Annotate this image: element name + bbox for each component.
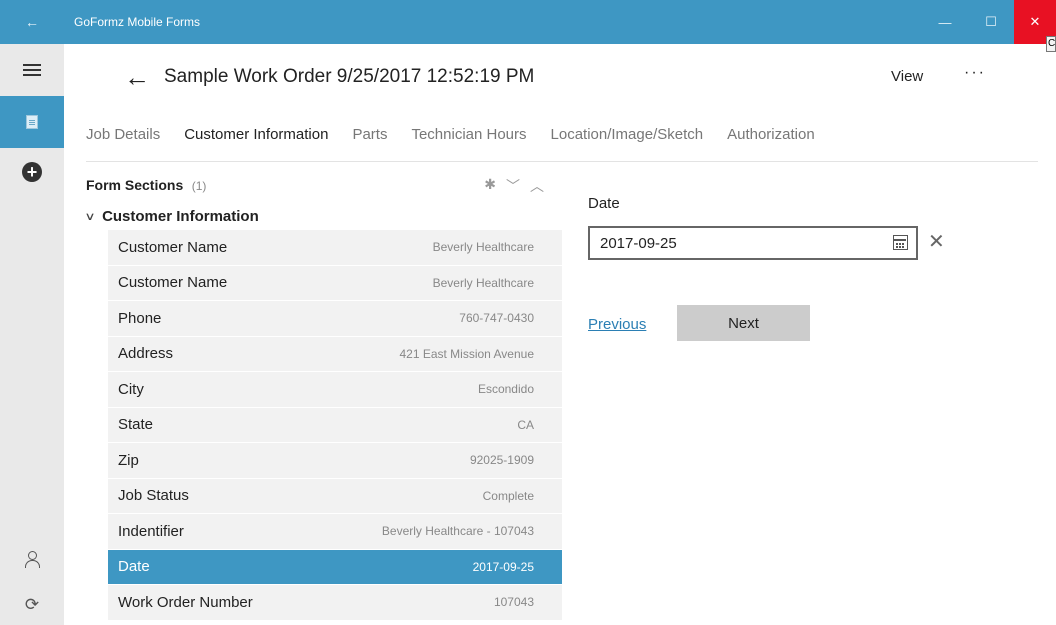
menu-button[interactable] [0,44,64,96]
field-row[interactable]: Work Order Number 107043 [108,585,562,621]
chevron-up-icon[interactable]: ︿ [530,176,544,196]
close-icon: ✕ [1029,14,1041,29]
field-row[interactable]: Address 421 East Mission Avenue [108,336,562,372]
calendar-icon[interactable] [893,235,908,250]
chevron-down-icon[interactable]: ﹀ [506,176,520,196]
title-bar: ← GoFormz Mobile Forms — ☐ ✕ [0,0,1056,44]
form-sections-panel: Form Sections (1) ✱ ﹀ ︿ ∨ Customer Infor… [84,163,562,625]
field-value: 421 East Mission Avenue [399,346,534,361]
field-row[interactable]: Customer Name Beverly Healthcare [108,230,562,266]
account-button[interactable] [0,534,64,584]
field-value: CA [517,417,534,432]
field-label: City [118,380,144,398]
field-value: 92025-1909 [469,453,534,468]
tab-technician-hours[interactable]: Technician Hours [411,120,526,151]
field-value: Beverly Healthcare [432,275,534,290]
field-value: Beverly Healthcare [432,240,534,255]
field-row[interactable]: Zip 92025-1909 [108,443,562,479]
field-value: Complete [482,488,534,503]
field-row[interactable]: Phone 760-747-0430 [108,301,562,337]
maximize-button[interactable]: ☐ [968,0,1014,44]
view-button[interactable]: View [891,68,923,85]
field-editor-panel: Date 2017-09-25 ✕ Previous Next [588,163,1028,463]
next-button[interactable]: Next [677,305,810,341]
plus-circle-icon: + [22,162,42,182]
forms-nav-button[interactable] [0,96,64,148]
document-icon [26,115,38,129]
field-row[interactable]: City Escondido [108,372,562,408]
chevron-down-icon: ∨ [84,210,96,223]
form-sections-title: Form Sections [86,177,184,193]
form-sections-header: Form Sections (1) ✱ ﹀ ︿ [86,176,562,197]
field-label: Work Order Number [118,593,253,611]
section-group-label: Customer Information [102,207,259,225]
clear-date-button[interactable]: ✕ [928,230,945,254]
field-label: Indentifier [118,522,184,540]
field-row[interactable]: Job Status Complete [108,478,562,514]
field-label: State [118,416,154,434]
field-row-selected[interactable]: Date 2017-09-25 [108,549,562,585]
tab-authorization[interactable]: Authorization [727,120,815,151]
field-row[interactable]: Indentifier Beverly Healthcare - 107043 [108,514,562,550]
field-label: Job Status [118,487,189,505]
section-group-customer-information[interactable]: ∨ Customer Information [84,205,259,227]
field-value: 107043 [493,595,534,610]
tab-parts[interactable]: Parts [352,120,387,151]
date-input[interactable]: 2017-09-25 [588,226,918,260]
hamburger-icon [23,61,41,79]
add-form-button[interactable]: + [0,148,64,196]
left-rail: + ⟳ [0,44,64,625]
section-tabs: Job Details Customer Information Parts T… [86,110,1038,162]
field-label: Date [118,558,150,576]
field-value: 2017-09-25 [472,559,534,574]
sync-icon: ⟳ [24,594,40,614]
user-icon [24,551,40,568]
previous-link[interactable]: Previous [588,316,646,333]
field-value: 760-747-0430 [459,311,534,326]
tab-job-details[interactable]: Job Details [86,120,160,151]
field-value: Beverly Healthcare - 107043 [381,524,534,539]
tab-customer-information[interactable]: Customer Information [184,120,328,151]
field-value: Escondido [477,382,534,397]
section-tools: ✱ ﹀ ︿ [484,176,544,196]
field-label: Customer Name [118,238,228,256]
back-arrow-icon[interactable]: ← [124,64,150,90]
more-options-button[interactable]: ··· [964,64,986,82]
field-label: Phone [118,309,162,327]
page-title: Sample Work Order 9/25/2017 12:52:19 PM [164,66,535,87]
field-label: Zip [118,451,139,469]
field-label: Address [118,345,174,363]
app-title: GoFormz Mobile Forms [74,15,201,29]
date-input-value: 2017-09-25 [600,234,677,252]
field-label: Customer Name [118,274,228,292]
tab-location-image-sketch[interactable]: Location/Image/Sketch [551,120,704,151]
sync-button[interactable]: ⟳ [0,584,64,625]
form-sections-count: (1) [191,179,207,193]
date-field-label: Date [588,195,620,212]
required-fields-icon[interactable]: ✱ [484,176,496,196]
minimize-button[interactable]: — [922,0,968,44]
page-header: ← Sample Work Order 9/25/2017 12:52:19 P… [64,44,1056,110]
window-back-button[interactable]: ← [0,0,64,44]
field-row[interactable]: Customer Name Beverly Healthcare [108,265,562,301]
field-row[interactable]: State CA [108,407,562,443]
field-list: Customer Name Beverly Healthcare Customer… [108,230,562,621]
